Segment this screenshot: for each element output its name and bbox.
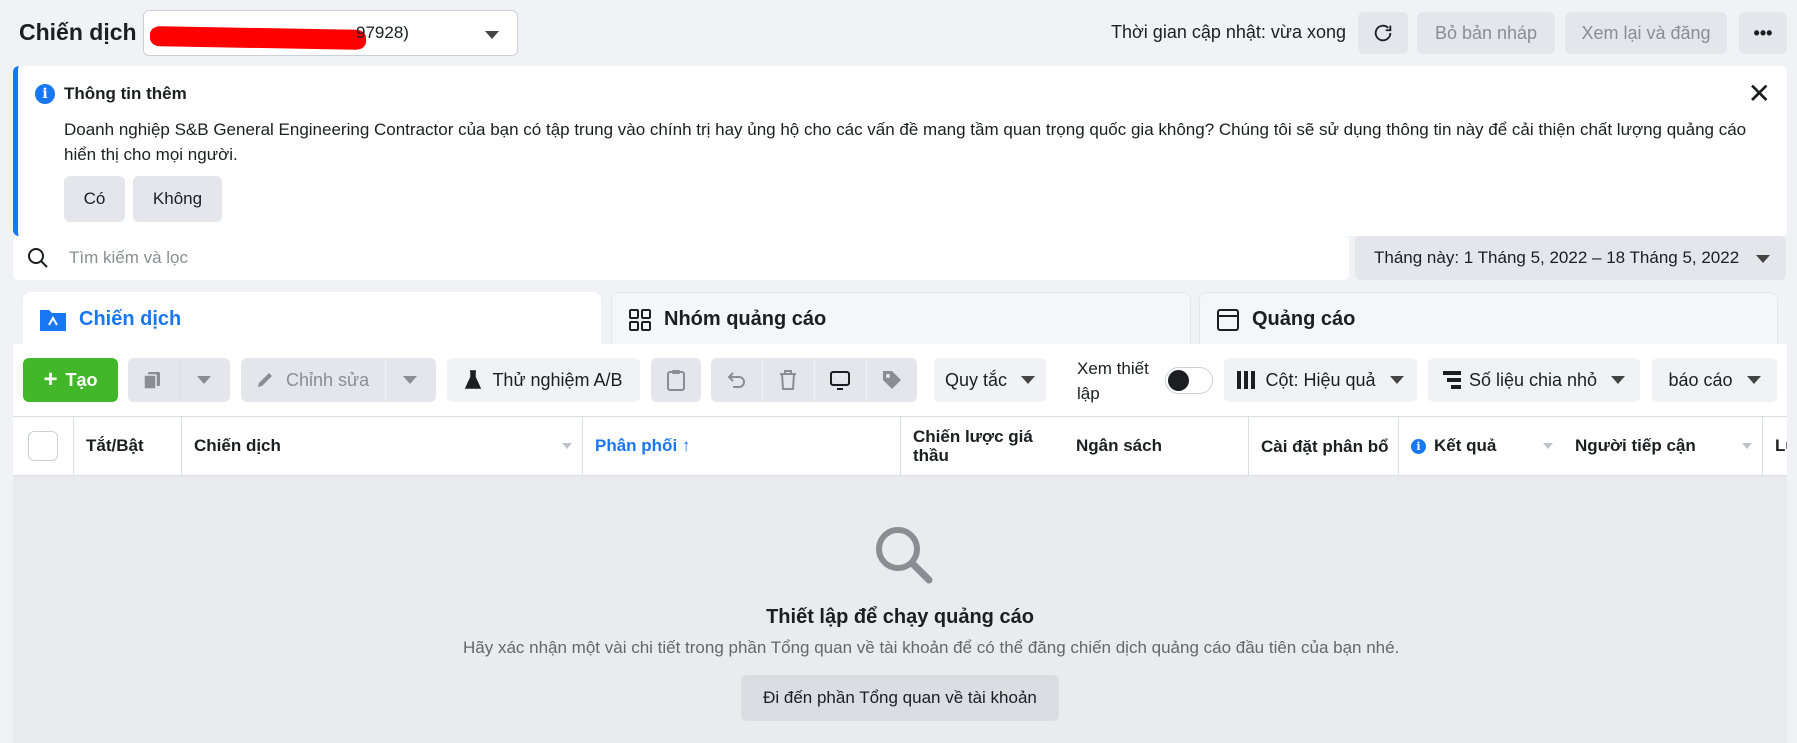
yes-button[interactable]: Có: [64, 176, 125, 222]
chevron-down-icon: [1611, 376, 1626, 384]
ad-account-selector[interactable]: 97928): [143, 10, 518, 56]
sort-icon: [1742, 443, 1752, 449]
column-header-reach-label: Người tiếp cận: [1575, 436, 1696, 455]
edit-button[interactable]: Chỉnh sửa: [241, 358, 436, 402]
plus-icon: +: [43, 366, 58, 393]
last-updated-status: Thời gian cập nhật: vừa xong: [1111, 22, 1346, 42]
search-icon: [28, 248, 48, 268]
tag-icon[interactable]: [881, 369, 903, 391]
duplicate-icon: [143, 372, 160, 390]
reports-dropdown[interactable]: báo cáo: [1652, 358, 1777, 402]
column-header-attribution[interactable]: Cài đặt phân bổ: [1249, 417, 1399, 475]
edit-button-label: Chỉnh sửa: [286, 369, 370, 390]
rules-label: Quy tắc: [944, 369, 1008, 390]
info-icon: i: [1411, 438, 1426, 454]
breakdown-label: Số liệu chia nhỏ: [1468, 369, 1598, 390]
redaction-mark: [150, 26, 366, 50]
column-header-reach[interactable]: Người tiếp cận: [1563, 417, 1763, 475]
more-options-button[interactable]: •••: [1739, 12, 1787, 54]
ad-account-id-text: 97928): [356, 23, 409, 42]
select-all-cell: [13, 417, 74, 475]
go-to-account-overview-button[interactable]: Đi đến phần Tổng quan về tài khoản: [741, 675, 1059, 721]
column-header-budget[interactable]: Ngân sách: [1064, 417, 1249, 475]
tab-ad-sets-label: Nhóm quảng cáo: [664, 308, 827, 330]
pencil-icon: [258, 373, 272, 387]
close-icon[interactable]: ✕: [1748, 80, 1771, 108]
column-header-results-label: Kết quả: [1434, 436, 1497, 455]
ad-window-icon: [1217, 308, 1239, 331]
page-title: Chiến dịch: [19, 19, 137, 45]
info-banner-title: Thông tin thêm: [64, 84, 187, 103]
date-range-label: Tháng này: 1 Tháng 5, 2022 – 18 Tháng 5,…: [1374, 248, 1740, 267]
empty-state-subtitle: Hãy xác nhận một vài chi tiết trong phần…: [463, 638, 1400, 657]
chevron-down-icon: [485, 31, 499, 39]
chevron-down-icon: [1021, 376, 1036, 384]
breakdown-icon: [1442, 371, 1461, 389]
chevron-down-icon: [1746, 376, 1761, 384]
reports-label: báo cáo: [1668, 369, 1733, 390]
column-header-results[interactable]: i Kết quả: [1399, 417, 1563, 475]
info-banner: i Thông tin thêm Doanh nghiệp S&B Genera…: [13, 66, 1787, 236]
preview-icon[interactable]: [829, 369, 851, 391]
flask-icon: [465, 370, 482, 389]
trash-icon[interactable]: [778, 369, 798, 391]
column-header-delivery[interactable]: Phân phối ↑: [583, 417, 901, 475]
column-header-delivery-label: Phân phối ↑: [595, 436, 691, 455]
chevron-down-icon: [1756, 255, 1770, 263]
chevron-down-icon: [1389, 376, 1404, 384]
chevron-down-icon: [197, 376, 211, 384]
grid-icon: [629, 308, 651, 331]
sort-icon: [562, 443, 572, 449]
discard-drafts-button[interactable]: Bỏ bản nháp: [1417, 12, 1555, 54]
tab-ads-label: Quảng cáo: [1252, 308, 1356, 330]
columns-dropdown[interactable]: Cột: Hiệu quả: [1224, 358, 1417, 402]
column-header-impressions[interactable]: Lượ: [1763, 417, 1787, 475]
view-setup-label: Xem thiết lập: [1077, 359, 1149, 403]
more-icon: •••: [1753, 22, 1773, 43]
empty-state: Thiết lập để chạy quảng cáo Hãy xác nhận…: [13, 476, 1787, 743]
toggle-knob: [1168, 370, 1189, 391]
tab-campaigns-label: Chiến dịch: [79, 307, 182, 330]
columns-label: Cột: Hiệu quả: [1265, 369, 1376, 390]
column-header-campaign[interactable]: Chiến dịch: [182, 417, 583, 475]
clipboard-button[interactable]: [651, 358, 701, 402]
create-button-label: Tạo: [65, 369, 98, 390]
column-header-toggle[interactable]: Tắt/Bật: [74, 417, 182, 475]
search-bar: [13, 236, 1349, 280]
date-range-picker[interactable]: Tháng này: 1 Tháng 5, 2022 – 18 Tháng 5,…: [1355, 236, 1786, 280]
column-header-bid-strategy[interactable]: Chiến lược giá thầu: [901, 417, 1064, 475]
campaign-toolbar: + Tạo Chỉnh sửa Thử nghiệm A/B Quy tắc X…: [13, 344, 1787, 416]
info-banner-body: Doanh nghiệp S&B General Engineering Con…: [64, 120, 1747, 164]
rules-dropdown[interactable]: Quy tắc: [934, 358, 1046, 402]
tab-campaigns[interactable]: Chiến dịch: [23, 292, 601, 346]
folder-icon: [40, 310, 66, 331]
undo-icon[interactable]: [725, 369, 747, 391]
ab-test-label: Thử nghiệm A/B: [492, 369, 623, 390]
magnifier-icon: [876, 527, 933, 584]
sort-icon: [1543, 443, 1553, 449]
column-header-campaign-label: Chiến dịch: [194, 436, 281, 455]
action-button-group: [711, 358, 917, 402]
columns-icon: [1237, 371, 1256, 389]
chevron-down-icon: [403, 376, 417, 384]
tab-ads[interactable]: Quảng cáo: [1199, 292, 1778, 346]
clipboard-icon: [667, 370, 685, 391]
refresh-button[interactable]: [1358, 12, 1408, 54]
create-button[interactable]: + Tạo: [23, 358, 118, 402]
review-publish-button[interactable]: Xem lại và đăng: [1565, 12, 1727, 54]
duplicate-button[interactable]: [128, 358, 230, 402]
refresh-icon: [1374, 24, 1392, 42]
breakdown-dropdown[interactable]: Số liệu chia nhỏ: [1428, 358, 1640, 402]
no-button[interactable]: Không: [133, 176, 222, 222]
info-icon: i: [35, 84, 55, 104]
empty-state-title: Thiết lập để chạy quảng cáo: [766, 606, 1034, 628]
tab-ad-sets[interactable]: Nhóm quảng cáo: [611, 292, 1191, 346]
view-setup-toggle[interactable]: [1165, 367, 1213, 394]
ab-test-button[interactable]: Thử nghiệm A/B: [447, 358, 640, 402]
table-header: Tắt/Bật Chiến dịch Phân phối ↑ Chiến lượ…: [13, 416, 1787, 476]
select-all-checkbox[interactable]: [28, 431, 58, 461]
search-input[interactable]: [69, 236, 1319, 280]
